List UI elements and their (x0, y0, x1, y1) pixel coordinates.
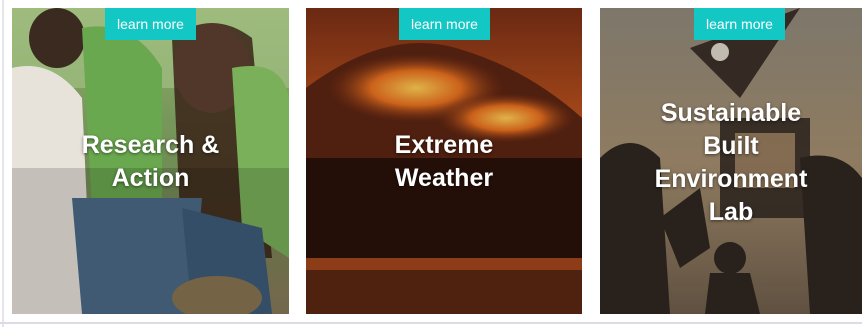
card-title: Research & Action (12, 129, 289, 195)
card-title-line: Action (111, 164, 190, 192)
page-left-border (2, 0, 4, 327)
card-extreme-weather[interactable]: learn more Extreme Weather (306, 8, 582, 314)
card-title-line: Sustainable (660, 99, 802, 127)
card-research-action[interactable]: learn more Research & Action (12, 8, 289, 314)
card-title: Extreme Weather (306, 129, 582, 195)
card-title: Sustainable Built Environment Lab (600, 97, 862, 229)
card-title-line: Lab (708, 198, 754, 226)
page-bottom-border (0, 322, 862, 324)
learn-more-button[interactable]: learn more (399, 8, 490, 40)
card-title-line: Built (703, 132, 759, 160)
card-sustainable-built-environment-lab[interactable]: learn more Sustainable Built Environment… (600, 8, 862, 314)
learn-more-button[interactable]: learn more (694, 8, 785, 40)
card-title-line: Weather (394, 164, 494, 192)
learn-more-button[interactable]: learn more (105, 8, 196, 40)
card-title-line: Research & (81, 131, 220, 159)
card-title-line: Extreme (394, 131, 494, 159)
card-title-line: Environment (654, 165, 808, 193)
